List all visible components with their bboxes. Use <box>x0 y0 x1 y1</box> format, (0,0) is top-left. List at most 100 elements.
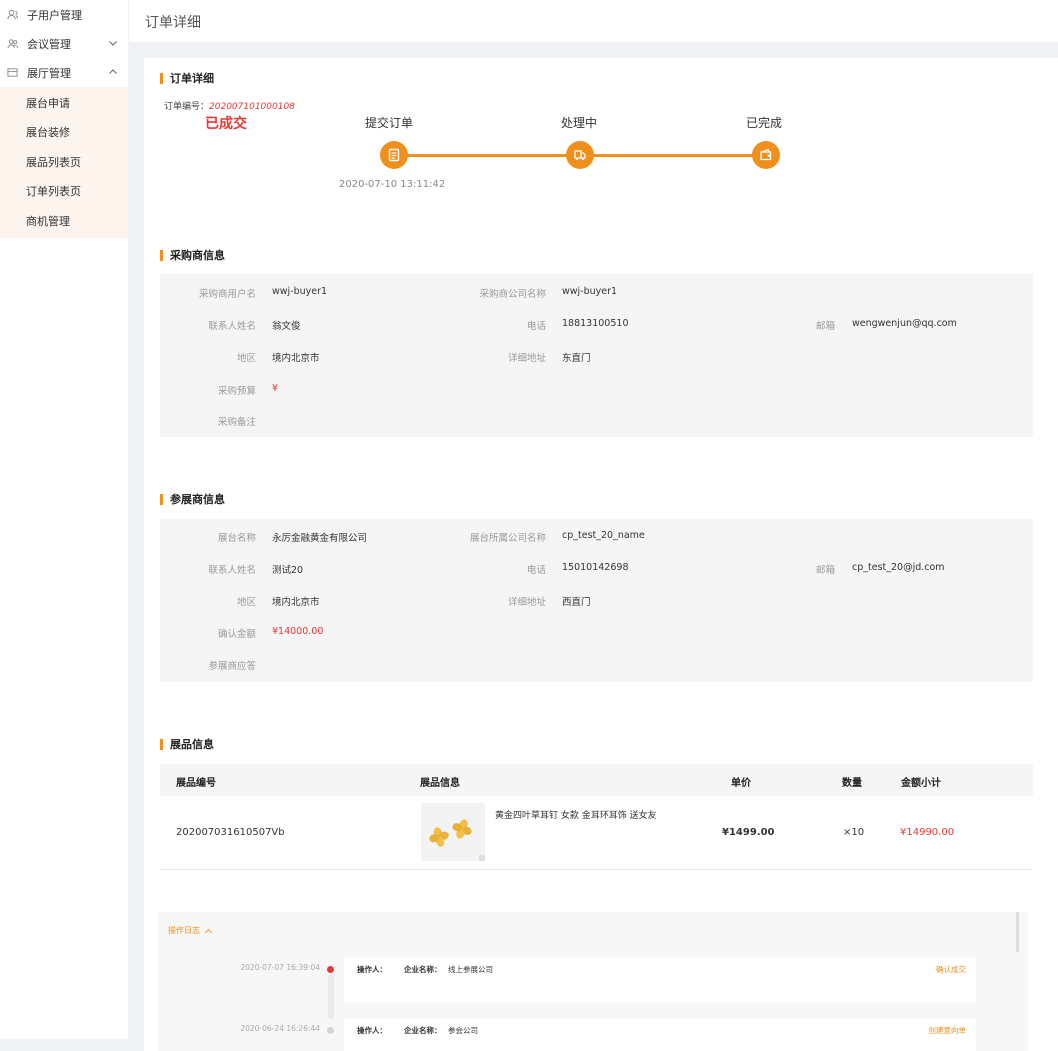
info-row: 联系人姓名 翁文俊 电话 18813100510 邮箱 wengwenjun@q… <box>160 318 1033 332</box>
col-header-price: 单价 <box>731 778 751 789</box>
truck-icon <box>574 150 586 161</box>
order-status: 已成交 <box>205 116 247 132</box>
buyer-address-label: 详细地址 <box>507 353 546 364</box>
exhibitor-phone-label: 电话 <box>526 565 546 576</box>
log-card: 操作人： 企业名称： 线上参展公司 确认成交 <box>344 957 976 1003</box>
order-number: 订单编号：202007101000108 <box>164 99 295 112</box>
buyer-company-value: wwj-buyer1 <box>562 286 618 297</box>
buyer-username-value: wwj-buyer1 <box>272 286 328 297</box>
step-label-processing: 处理中 <box>560 116 597 130</box>
log-action: 创建意向单 <box>928 1026 967 1035</box>
exhibitor-info-panel: 展台名称 永厉金融黄金有限公司 展台所属公司名称 cp_test_20_name… <box>160 519 1033 682</box>
buyer-budget-value: ¥ <box>272 383 279 394</box>
log-time: 2020-07-07 16:39:04 <box>240 963 320 972</box>
exhibitor-amount-label: 确认金额 <box>217 629 256 640</box>
menu-label: 会议管理 <box>27 37 71 51</box>
col-header-subtotal: 金额小计 <box>901 778 941 789</box>
submenu-item-booth-decor[interactable]: 展台装修 <box>0 118 128 148</box>
exhibitor-contact-value: 测试20 <box>272 565 304 576</box>
log-company-value: 参会公司 <box>448 1026 478 1035</box>
buyer-region-value: 境内北京市 <box>272 353 320 364</box>
exhibitor-region-value: 境内北京市 <box>272 597 320 608</box>
log-dot-active <box>327 966 334 973</box>
log-company-label: 企业名称： <box>404 965 442 974</box>
menu-item-hall[interactable]: 展厅管理 <box>0 58 128 87</box>
buyer-contact-value: 翁文俊 <box>272 321 301 332</box>
exhibitor-email-label: 邮箱 <box>815 565 835 576</box>
exhibitor-contact-label: 联系人姓名 <box>208 565 256 576</box>
info-row: 地区 境内北京市 详细地址 东直门 <box>160 350 1033 364</box>
hall-icon <box>6 66 19 79</box>
product-id: 202007031610507Vb <box>176 827 285 838</box>
menu-item-sub-users[interactable]: 子用户管理 <box>0 0 128 29</box>
submenu-item-booth-apply[interactable]: 展台申请 <box>0 88 128 118</box>
order-number-value: 202007101000108 <box>209 102 295 112</box>
log-time: 2020-06-24 16:26:44 <box>240 1024 320 1033</box>
buyer-phone-label: 电话 <box>526 321 546 332</box>
section-title-order: 订单详细 <box>160 70 214 86</box>
log-company-label: 企业名称： <box>404 1026 442 1035</box>
submenu-item-business[interactable]: 商机管理 <box>0 206 128 236</box>
log-toggle[interactable]: 操作日志 <box>168 925 213 936</box>
info-row: 采购商用户名 wwj-buyer1 采购商公司名称 wwj-buyer1 <box>160 286 1033 300</box>
table-row[interactable]: 202007031610507Vb 黄金四叶草耳钉 女款 金耳环耳饰 送女友 ¥… <box>160 798 1033 870</box>
exhibitor-booth-value: 永厉金融黄金有限公司 <box>272 533 368 544</box>
log-card: 操作人： 企业名称： 参会公司 创建意向单 <box>344 1019 976 1051</box>
product-name[interactable]: 黄金四叶草耳钉 女款 金耳环耳饰 送女友 <box>495 808 657 821</box>
section-title-text: 参展商信息 <box>170 493 225 506</box>
buyer-address-value: 东直门 <box>562 353 591 364</box>
product-thumbnail[interactable] <box>421 803 485 861</box>
section-title-text: 展品信息 <box>170 738 214 751</box>
section-title-text: 订单详细 <box>170 72 214 85</box>
submenu-item-order-list[interactable]: 订单列表页 <box>0 177 128 207</box>
product-price: ¥1499.00 <box>722 827 775 838</box>
buyer-contact-label: 联系人姓名 <box>208 321 256 332</box>
section-bar <box>160 738 163 750</box>
operation-log: 操作日志 2020-07-07 16:39:04 操作人： 企业名称： 线上参展… <box>158 912 1028 1051</box>
menu-item-meetings[interactable]: 会议管理 <box>0 29 128 58</box>
chevron-up-icon <box>204 928 213 933</box>
buyer-remark-label: 采购备注 <box>217 417 256 428</box>
info-row: 展台名称 永厉金融黄金有限公司 展台所属公司名称 cp_test_20_name <box>160 530 1033 544</box>
product-table-header: 展品编号 展品信息 单价 数量 金额小计 <box>160 764 1033 796</box>
log-action: 确认成交 <box>936 965 966 974</box>
document-icon <box>388 148 400 162</box>
log-dot-inactive <box>327 1027 334 1034</box>
product-subtotal: ¥14990.00 <box>900 827 955 838</box>
exhibitor-address-label: 详细地址 <box>507 597 546 608</box>
exhibitor-region-label: 地区 <box>236 597 256 608</box>
log-scrollbar[interactable] <box>1016 912 1019 952</box>
step-circle-processing <box>566 141 594 169</box>
buyer-region-label: 地区 <box>236 353 256 364</box>
exhibitor-amount-value: ¥14000.00 <box>272 626 324 637</box>
exhibitor-phone-value: 15010142698 <box>562 562 629 573</box>
submenu-item-product-list[interactable]: 展品列表页 <box>0 147 128 177</box>
exhibitor-reply-label: 参展商应答 <box>208 661 256 672</box>
buyer-username-label: 采购商用户名 <box>198 289 256 300</box>
users-icon <box>6 8 19 21</box>
main-content: 订单详细 订单编号：202007101000108 已成交 提交订单 处理中 已… <box>144 58 1058 1051</box>
col-header-id: 展品编号 <box>176 778 216 789</box>
product-qty: ×10 <box>843 827 865 838</box>
exhibitor-company-label: 展台所属公司名称 <box>469 533 546 544</box>
exhibitor-email-value: cp_test_20@jd.com <box>852 562 945 573</box>
chevron-down-icon <box>109 41 117 46</box>
step-circle-done <box>752 141 780 169</box>
log-toggle-label: 操作日志 <box>168 926 200 935</box>
step-label-submit: 提交订单 <box>364 116 413 130</box>
sidebar: 子用户管理 会议管理 展厅管理 展台申请 展台装修 展品列表页 订单列表页 商机… <box>0 0 128 1039</box>
info-row: 联系人姓名 测试20 电话 15010142698 邮箱 cp_test_20@… <box>160 562 1033 576</box>
buyer-budget-label: 采购预算 <box>217 386 256 397</box>
menu-label: 子用户管理 <box>27 8 82 22</box>
section-title-buyer: 采购商信息 <box>160 247 225 263</box>
hall-submenu: 展台申请 展台装修 展品列表页 订单列表页 商机管理 <box>0 87 128 238</box>
log-operator-label: 操作人： <box>357 1026 387 1035</box>
menu-label: 展厅管理 <box>27 66 71 80</box>
info-row: 确认金额 ¥14000.00 <box>160 626 1033 640</box>
section-bar <box>160 72 163 84</box>
step-submit-time: 2020-07-10 13:11:42 <box>339 179 446 190</box>
wallet-icon <box>760 148 772 161</box>
chevron-up-icon <box>109 69 117 74</box>
log-track <box>328 974 334 1019</box>
info-row: 地区 境内北京市 详细地址 西直门 <box>160 594 1033 608</box>
